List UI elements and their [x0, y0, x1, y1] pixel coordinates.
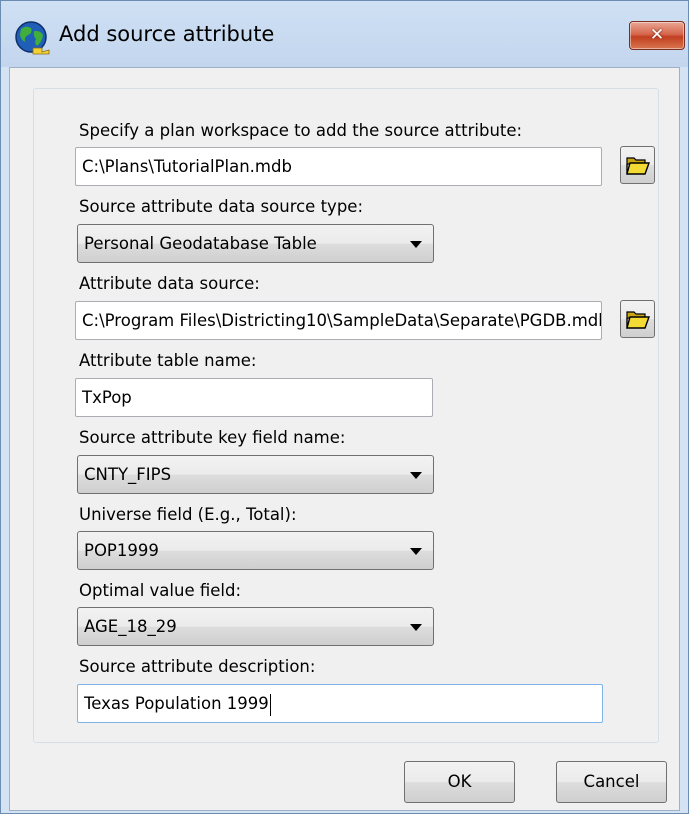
ok-button[interactable]: OK: [404, 761, 515, 803]
description-label: Source attribute description:: [79, 657, 316, 676]
dialog-content: Specify a plan workspace to add the sour…: [9, 67, 680, 811]
optimal-field-dropdown[interactable]: AGE_18_29: [77, 607, 434, 646]
source-type-dropdown[interactable]: Personal Geodatabase Table: [77, 224, 434, 263]
text-caret: [269, 693, 271, 716]
description-value: Texas Population 1999: [84, 694, 269, 713]
cancel-button[interactable]: Cancel: [556, 761, 667, 803]
source-type-value: Personal Geodatabase Table: [84, 234, 317, 253]
table-name-label: Attribute table name:: [79, 351, 257, 370]
universe-field-value: POP1999: [84, 541, 159, 560]
chevron-down-icon: [410, 472, 422, 479]
open-folder-icon: [626, 311, 650, 329]
source-type-label: Source attribute data source type:: [79, 197, 363, 216]
key-field-dropdown[interactable]: CNTY_FIPS: [77, 455, 434, 494]
data-source-field[interactable]: C:\Program Files\Districting10\SampleDat…: [75, 301, 602, 340]
key-field-label: Source attribute key field name:: [79, 428, 346, 447]
optimal-field-value: AGE_18_29: [84, 617, 177, 636]
open-folder-icon: [626, 157, 650, 175]
chevron-down-icon: [410, 241, 422, 248]
description-field[interactable]: Texas Population 1999: [77, 684, 603, 723]
chevron-down-icon: [410, 548, 422, 555]
key-field-value: CNTY_FIPS: [84, 465, 172, 484]
table-name-field[interactable]: TxPop: [75, 378, 433, 417]
browse-workspace-button[interactable]: [620, 146, 655, 184]
globe-icon: [15, 21, 50, 55]
data-source-label: Attribute data source:: [79, 274, 260, 293]
title-bar[interactable]: Add source attribute ✕: [1, 1, 688, 67]
browse-data-source-button[interactable]: [620, 300, 655, 338]
universe-field-dropdown[interactable]: POP1999: [77, 531, 434, 570]
close-icon: ✕: [649, 25, 665, 45]
workspace-label: Specify a plan workspace to add the sour…: [79, 121, 523, 140]
optimal-field-label: Optimal value field:: [79, 581, 242, 600]
dialog-window: Add source attribute ✕ Specify a plan wo…: [0, 0, 689, 814]
workspace-field[interactable]: C:\Plans\TutorialPlan.mdb: [75, 147, 602, 186]
chevron-down-icon: [410, 624, 422, 631]
close-button[interactable]: ✕: [629, 21, 685, 50]
universe-field-label: Universe field (E.g., Total):: [79, 505, 297, 524]
window-title: Add source attribute: [59, 22, 275, 46]
